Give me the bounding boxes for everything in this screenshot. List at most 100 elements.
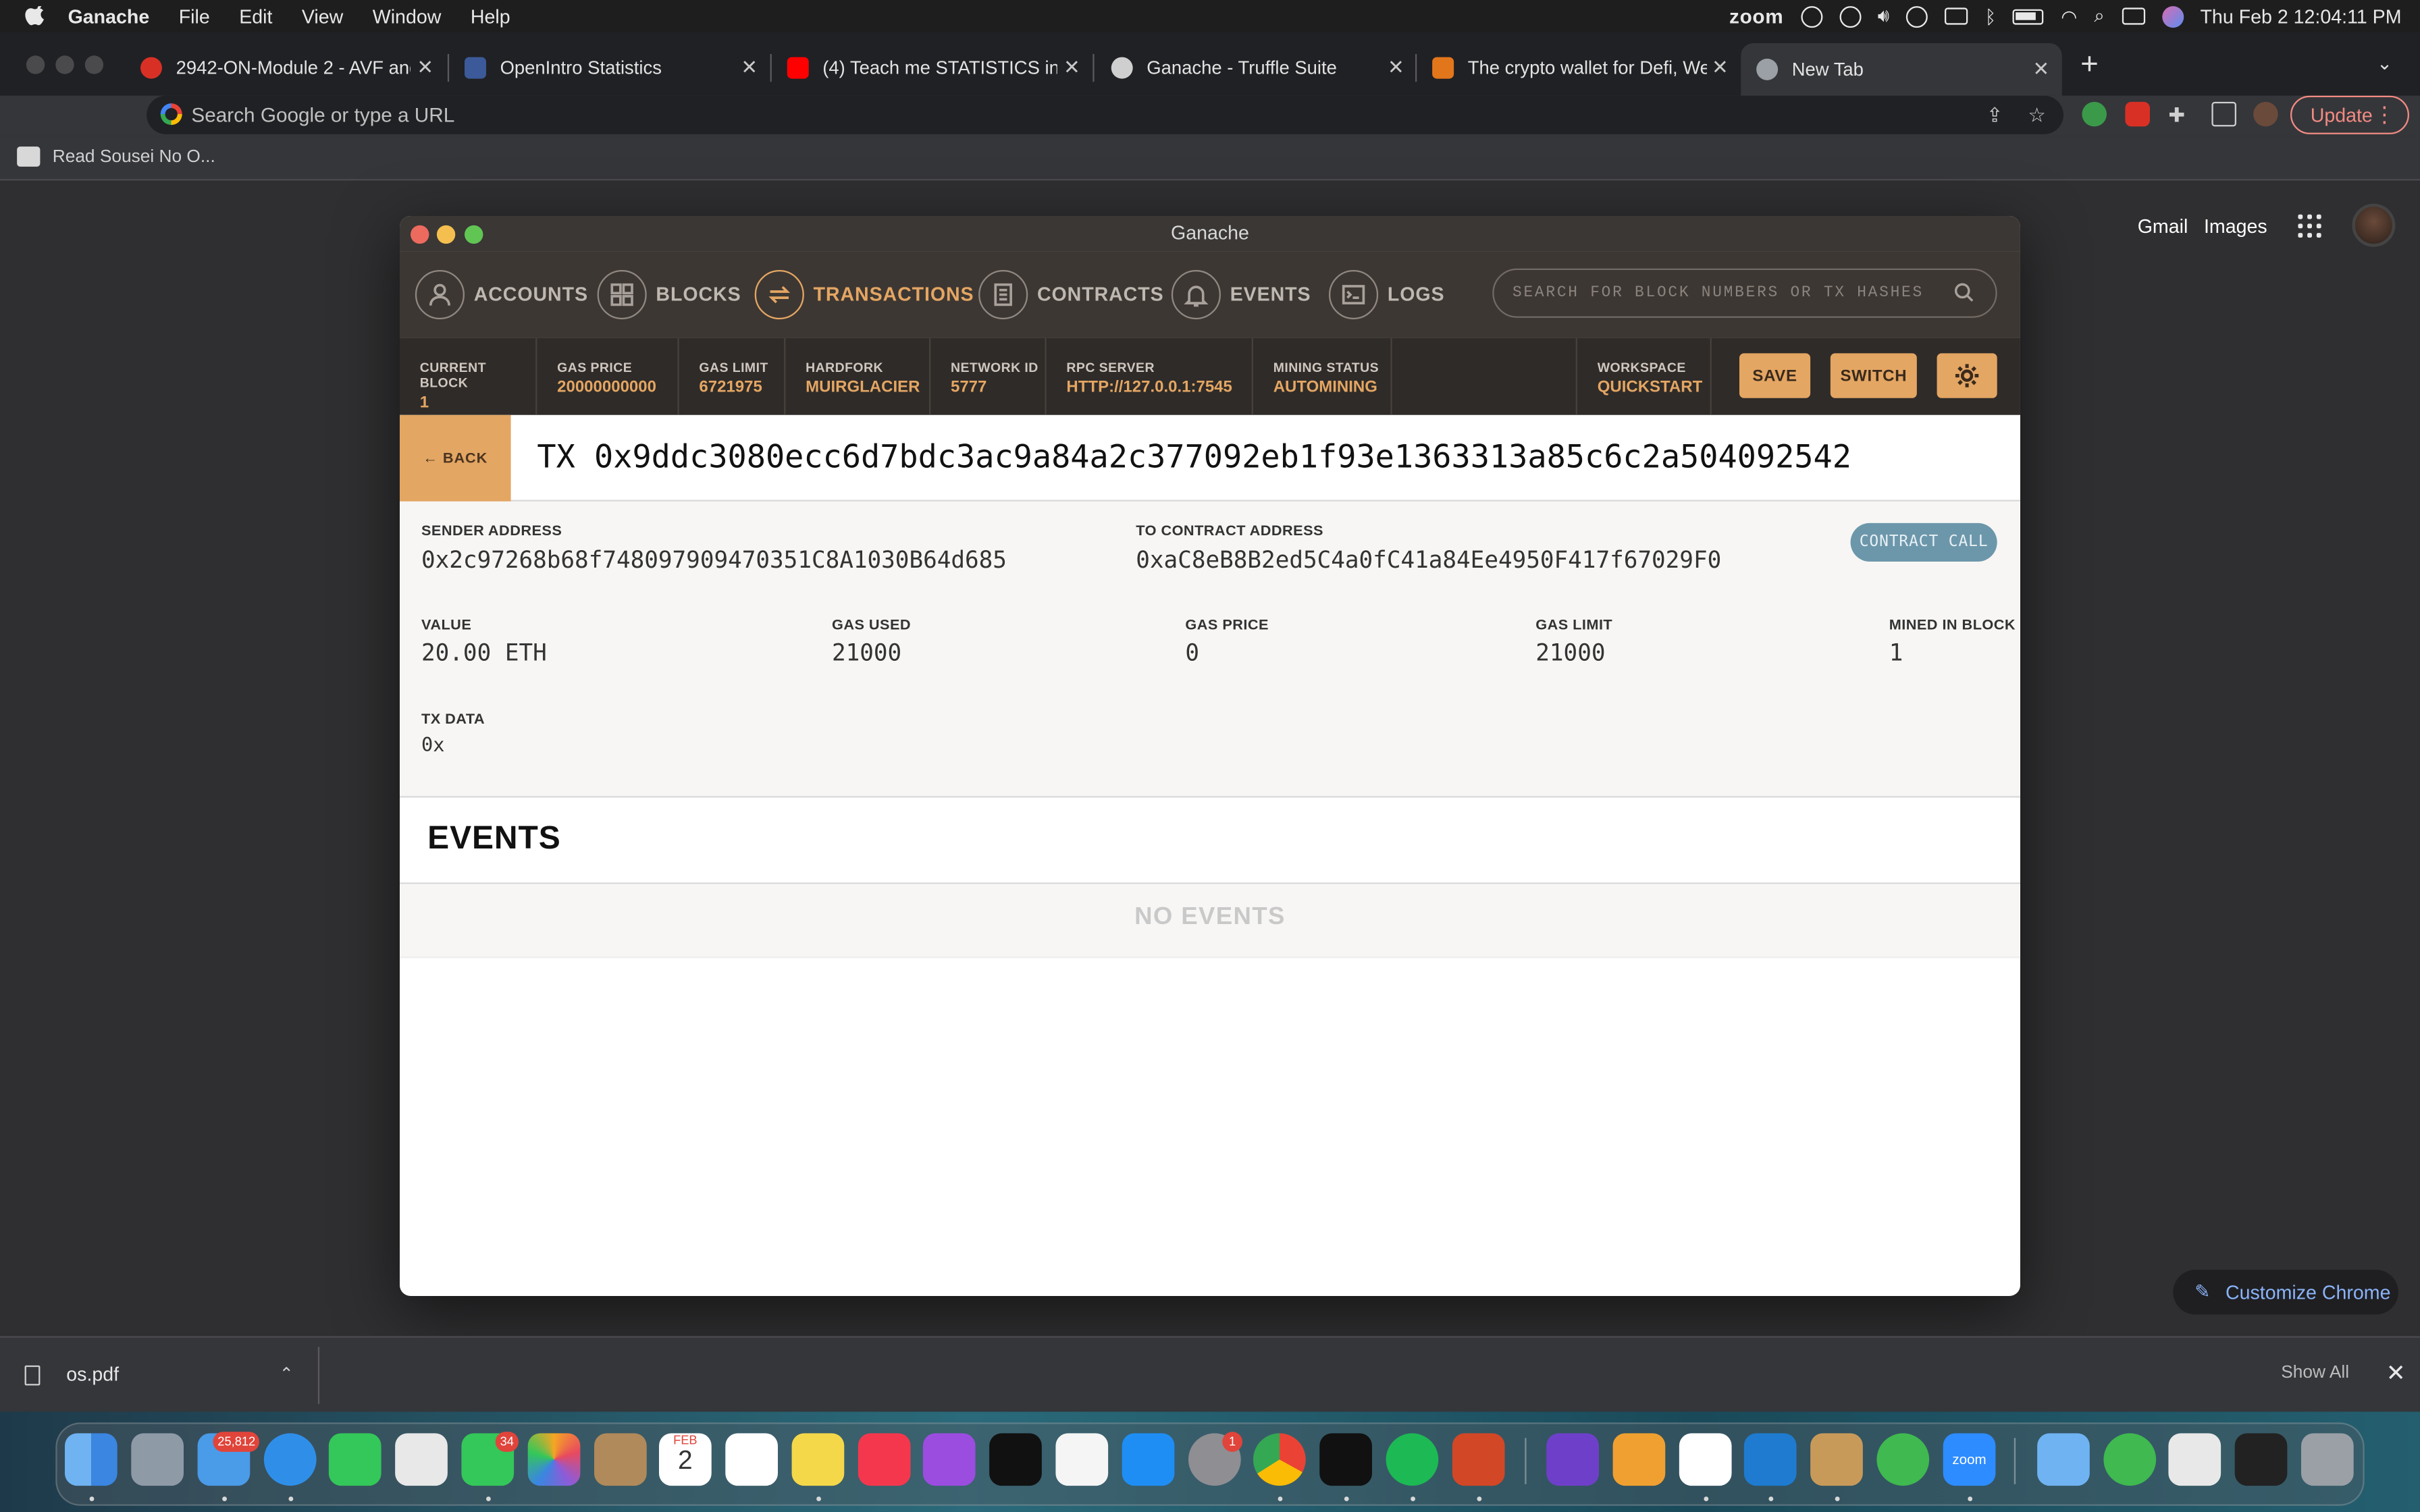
tab-close-icon[interactable]: ✕	[1063, 55, 1080, 80]
photos-icon[interactable]	[527, 1433, 581, 1486]
launchpad-icon[interactable]	[131, 1433, 184, 1486]
github-desktop-icon[interactable]	[1546, 1433, 1599, 1486]
browser-tab-ganache[interactable]: Ganache - Truffle Suite ✕	[1111, 49, 1404, 86]
notes-icon[interactable]	[791, 1433, 845, 1486]
screen-recording-icon[interactable]	[2234, 1433, 2288, 1486]
document-preview-icon[interactable]	[2168, 1433, 2221, 1486]
finder-icon[interactable]	[64, 1433, 117, 1486]
more-menu-icon[interactable]: ⋮	[2373, 102, 2395, 128]
app-store-icon[interactable]	[1122, 1433, 1175, 1486]
omnibox[interactable]	[147, 95, 2063, 134]
nav-accounts[interactable]: ACCOUNTS	[415, 269, 588, 320]
browser-close-dot[interactable]	[26, 55, 45, 74]
save-button[interactable]: SAVE	[1739, 353, 1811, 398]
switch-button[interactable]: SWITCH	[1830, 353, 1917, 398]
menu-view[interactable]: View	[302, 5, 343, 27]
update-button[interactable]: Update ⋮	[2290, 95, 2409, 134]
trash-icon[interactable]	[2300, 1433, 2354, 1486]
browser-tab-module[interactable]: 2942-ON-Module 2 - AVF and ✕	[140, 49, 433, 86]
images-link[interactable]: Images	[2204, 216, 2267, 238]
google-apps-icon[interactable]	[2298, 214, 2321, 238]
tab-close-icon[interactable]: ✕	[741, 55, 758, 80]
slack-icon[interactable]	[1679, 1433, 1732, 1486]
siri-icon[interactable]	[2161, 5, 2184, 27]
apple-tv-icon[interactable]	[989, 1433, 1042, 1486]
music-icon[interactable]	[858, 1433, 911, 1486]
chrome-dock-icon[interactable]	[1253, 1433, 1306, 1486]
ganache-dock-icon[interactable]	[1810, 1433, 1863, 1486]
podcasts-icon[interactable]	[922, 1433, 976, 1486]
extension-green-icon[interactable]	[2082, 101, 2107, 127]
tab-close-icon[interactable]: ✕	[417, 55, 433, 80]
browser-tab-openintro[interactable]: OpenIntro Statistics ✕	[464, 49, 758, 86]
menu-window[interactable]: Window	[373, 5, 442, 27]
contacts-icon[interactable]	[594, 1433, 647, 1486]
close-downloads-icon[interactable]: ✕	[2386, 1359, 2406, 1387]
window-minimize-button[interactable]	[436, 225, 456, 244]
back-button[interactable]: ← BACK	[399, 414, 511, 502]
search-input[interactable]	[1512, 280, 1930, 306]
maps-icon[interactable]	[395, 1433, 448, 1486]
nav-blocks[interactable]: BLOCKS	[597, 269, 741, 320]
profile-avatar[interactable]	[2253, 101, 2278, 127]
nav-logs[interactable]: LOGS	[1328, 269, 1444, 320]
menu-help[interactable]: Help	[471, 5, 510, 27]
extension-red-icon[interactable]	[2125, 101, 2150, 127]
nav-transactions[interactable]: TRANSACTIONS	[754, 269, 974, 320]
block-tx-search[interactable]	[1492, 268, 1997, 318]
search-icon[interactable]	[1954, 282, 1974, 302]
gmail-link[interactable]: Gmail	[2138, 216, 2188, 238]
settings-button[interactable]	[1937, 353, 1997, 398]
extensions-puzzle-icon[interactable]: ✚	[2168, 103, 2185, 128]
omnibox-input[interactable]	[191, 100, 1889, 130]
wifi-icon[interactable]: ◠	[2061, 5, 2077, 27]
tab-close-icon[interactable]: ✕	[1388, 55, 1404, 80]
account-avatar[interactable]	[2352, 203, 2396, 247]
creative-cloud-icon[interactable]	[1800, 5, 1822, 27]
browser-tab-youtube[interactable]: (4) Teach me STATISTICS in ha ✕	[787, 49, 1080, 86]
menu-file[interactable]: File	[179, 5, 210, 27]
window-zoom-button[interactable]	[464, 225, 483, 244]
downloads-folder-icon[interactable]	[2037, 1433, 2090, 1486]
menubar-clock[interactable]: Thu Feb 2 12:04:11 PM	[2200, 5, 2401, 27]
window-close-button[interactable]	[410, 225, 429, 244]
app-loader-icon[interactable]	[2103, 1433, 2157, 1486]
battery-icon[interactable]	[2013, 8, 2045, 24]
news-icon[interactable]	[1055, 1433, 1109, 1486]
tab-close-icon[interactable]: ✕	[2032, 57, 2049, 82]
calendar-icon[interactable]: FEB 2	[658, 1433, 712, 1486]
spotlight-search-icon[interactable]: ⌕	[2094, 5, 2104, 28]
chevron-up-icon[interactable]: ⌃	[280, 1364, 294, 1384]
safari-icon[interactable]	[263, 1433, 317, 1486]
bluetooth-icon[interactable]: ᛒ	[1985, 5, 1996, 27]
volume-icon[interactable]: 🔊︎	[1878, 5, 1889, 28]
powerpoint-icon[interactable]	[1452, 1433, 1505, 1486]
bookmark-star-icon[interactable]: ☆	[2028, 103, 2046, 128]
browser-tab-metamask[interactable]: The crypto wallet for Defi, Web ✕	[1432, 49, 1729, 86]
apple-icon[interactable]	[25, 5, 47, 27]
share-icon[interactable]: ⇪	[1987, 103, 2003, 128]
side-panel-icon[interactable]	[2211, 101, 2236, 127]
bookmark-item[interactable]: Read Sousei No O...	[17, 146, 215, 167]
loader-app-icon[interactable]	[1876, 1433, 1930, 1486]
new-tab-plus-icon[interactable]: +	[2080, 48, 2099, 84]
microsoft-office-icon[interactable]	[1612, 1433, 1666, 1486]
reminders-icon[interactable]	[725, 1433, 778, 1486]
display-icon[interactable]	[1945, 7, 1968, 25]
zoom-dock-icon[interactable]: zoom	[1943, 1433, 1996, 1486]
control-center-icon[interactable]	[2121, 7, 2145, 25]
spotify-icon[interactable]	[1386, 1433, 1439, 1486]
tab-close-icon[interactable]: ✕	[1712, 55, 1729, 80]
tab-search-chevron-icon[interactable]: ⌄	[2377, 53, 2392, 74]
vscode-icon[interactable]	[1743, 1433, 1797, 1486]
show-all-button[interactable]: Show All	[2281, 1364, 2349, 1382]
nav-events[interactable]: EVENTS	[1171, 269, 1311, 320]
customize-chrome-button[interactable]: ✎ Customize Chrome	[2173, 1270, 2398, 1315]
download-item[interactable]: os.pdf	[24, 1364, 120, 1386]
browser-zoom-dot[interactable]	[84, 55, 104, 74]
user-status-icon[interactable]	[1839, 5, 1861, 27]
terminal-dock-icon[interactable]	[1319, 1433, 1372, 1486]
menu-edit[interactable]: Edit	[239, 5, 272, 27]
play-icon[interactable]	[1906, 5, 1928, 27]
facetime-icon[interactable]	[328, 1433, 382, 1486]
